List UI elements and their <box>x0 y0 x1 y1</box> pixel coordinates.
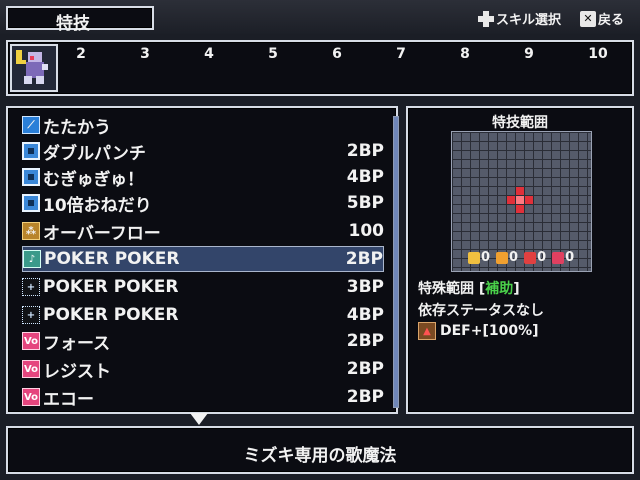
skill-cost: 2BP <box>345 249 383 269</box>
skill-cost: 2BP <box>346 331 384 351</box>
skill-row[interactable]: むぎゅぎゅ！ 4BP <box>22 164 384 190</box>
hint-back[interactable]: ✕ 戻る <box>580 9 624 28</box>
party-slot-2[interactable]: 2 <box>71 46 91 62</box>
skill-row[interactable]: ダブルパンチ 2BP <box>22 138 384 164</box>
party-slot-7[interactable]: 7 <box>391 46 411 62</box>
vo-icon: Vo <box>22 332 40 350</box>
stat-orange-icon <box>496 251 509 264</box>
range-cell <box>525 196 533 204</box>
skill-cost: 100 <box>348 221 385 241</box>
skill-cost: 2BP <box>346 141 384 161</box>
special-range-line: 特殊範囲 [補助] <box>418 278 520 298</box>
range-cell <box>516 187 524 195</box>
stat-item: 0 <box>496 250 518 265</box>
skill-cost: 3BP <box>346 277 384 297</box>
stat-yellow-icon <box>468 251 480 264</box>
x-button-icon: ✕ <box>580 10 596 27</box>
dpad-icon <box>478 10 494 27</box>
skill-info-panel: 特技範囲 0 0 0 0 特殊範囲 [補助] 依存ステータスなし ▲ DEF+[… <box>406 106 634 414</box>
hint-skill-select: スキル選択 <box>478 9 561 28</box>
stat-item: 0 <box>468 250 490 265</box>
page-title: 特技 <box>56 14 90 34</box>
skill-row-selected[interactable]: ♪ POKER POKER 2BP <box>22 246 384 272</box>
party-slot-10[interactable]: 10 <box>588 46 608 62</box>
party-slot-6[interactable]: 6 <box>327 46 347 62</box>
skill-row[interactable]: ⟋ たたかう <box>22 112 384 138</box>
skill-cost: 2BP <box>346 359 384 379</box>
dependency-line: 依存ステータスなし <box>418 303 544 319</box>
skill-square-icon <box>22 194 40 212</box>
range-stats: 0 0 0 0 <box>468 250 574 265</box>
attack-icon: ⟋ <box>22 116 40 134</box>
vo-icon: Vo <box>22 360 40 378</box>
stat-red-icon <box>524 251 537 264</box>
character-portrait-icon <box>16 50 48 84</box>
skill-row[interactable]: 10倍おねだり 5BP <box>22 190 384 216</box>
skill-cost: 5BP <box>346 193 384 213</box>
stat-pink-icon <box>552 251 565 264</box>
buff-text: DEF+[100%] <box>440 323 539 339</box>
skill-name: エコー <box>43 389 94 410</box>
hint-skill-select-label: スキル選択 <box>496 13 562 28</box>
hint-back-label: 戻る <box>598 13 625 28</box>
skill-row[interactable]: + POKER POKER 4BP <box>22 302 384 328</box>
song-level3-icon: + <box>22 306 40 324</box>
skill-cost: 4BP <box>346 305 384 325</box>
skill-square-icon <box>22 168 40 186</box>
overflow-icon: ⁂ <box>22 222 40 240</box>
title-box: 特技 <box>6 6 154 34</box>
skill-name: たたかう <box>43 117 111 138</box>
skill-row[interactable]: Vo レジスト 2BP <box>22 356 384 382</box>
range-cell <box>507 196 515 204</box>
party-slot-1[interactable] <box>10 44 58 92</box>
scroll-down-arrow-icon <box>190 413 208 425</box>
skill-list-panel: ⟋ たたかう ダブルパンチ 2BP むぎゅぎゅ！ 4BP 10倍おねだり 5BP… <box>6 106 399 414</box>
skill-row[interactable]: Vo フォース 2BP <box>22 328 384 354</box>
range-cell <box>516 205 524 213</box>
skill-name: POKER POKER <box>44 249 180 269</box>
party-slot-3[interactable]: 3 <box>135 46 155 62</box>
skill-row[interactable]: ⁂ オーバーフロー 100 <box>22 218 384 244</box>
skill-square-icon <box>22 142 40 160</box>
song-note-icon: ♪ <box>23 250 41 268</box>
song-level2-icon: + <box>22 278 40 296</box>
stat-item: 0 <box>552 250 574 265</box>
support-tag: 補助 <box>485 281 514 297</box>
def-up-icon: ▲ <box>418 322 436 340</box>
party-bar: 2 3 4 5 6 7 8 9 10 <box>6 40 634 96</box>
skill-cost: 4BP <box>346 167 384 187</box>
range-cell-center <box>516 196 524 204</box>
skill-name: フォース <box>43 333 111 354</box>
skill-name: ダブルパンチ <box>43 143 146 164</box>
special-range-label: 特殊範囲 [ <box>418 281 486 297</box>
skill-row[interactable]: Vo エコー 2BP <box>22 384 384 410</box>
special-range-close: ] <box>513 281 520 297</box>
stat-value: 0 <box>481 250 491 265</box>
skill-cost: 2BP <box>346 387 384 407</box>
skill-name: 10倍おねだり <box>43 195 152 216</box>
party-slot-5[interactable]: 5 <box>263 46 283 62</box>
skill-name: レジスト <box>43 361 111 382</box>
buff-line: ▲ DEF+[100%] <box>418 322 539 340</box>
skill-row[interactable]: + POKER POKER 3BP <box>22 274 384 300</box>
stat-value: 0 <box>565 250 575 265</box>
party-slot-8[interactable]: 8 <box>455 46 475 62</box>
stat-item: 0 <box>524 250 546 265</box>
stat-value: 0 <box>537 250 547 265</box>
party-slot-9[interactable]: 9 <box>519 46 539 62</box>
party-slot-4[interactable]: 4 <box>199 46 219 62</box>
skill-name: オーバーフロー <box>43 223 161 244</box>
range-title: 特技範囲 <box>492 115 548 131</box>
skill-name: POKER POKER <box>43 277 179 297</box>
skill-name: むぎゅぎゅ！ <box>43 169 144 190</box>
scrollbar-thumb[interactable] <box>394 117 398 407</box>
scrollbar[interactable] <box>393 116 399 408</box>
stat-value: 0 <box>509 250 519 265</box>
skill-name: POKER POKER <box>43 305 179 325</box>
vo-icon: Vo <box>22 388 40 406</box>
skill-description: ミズキ専用の歌魔法 <box>243 446 397 466</box>
description-panel: ミズキ専用の歌魔法 <box>6 426 634 474</box>
